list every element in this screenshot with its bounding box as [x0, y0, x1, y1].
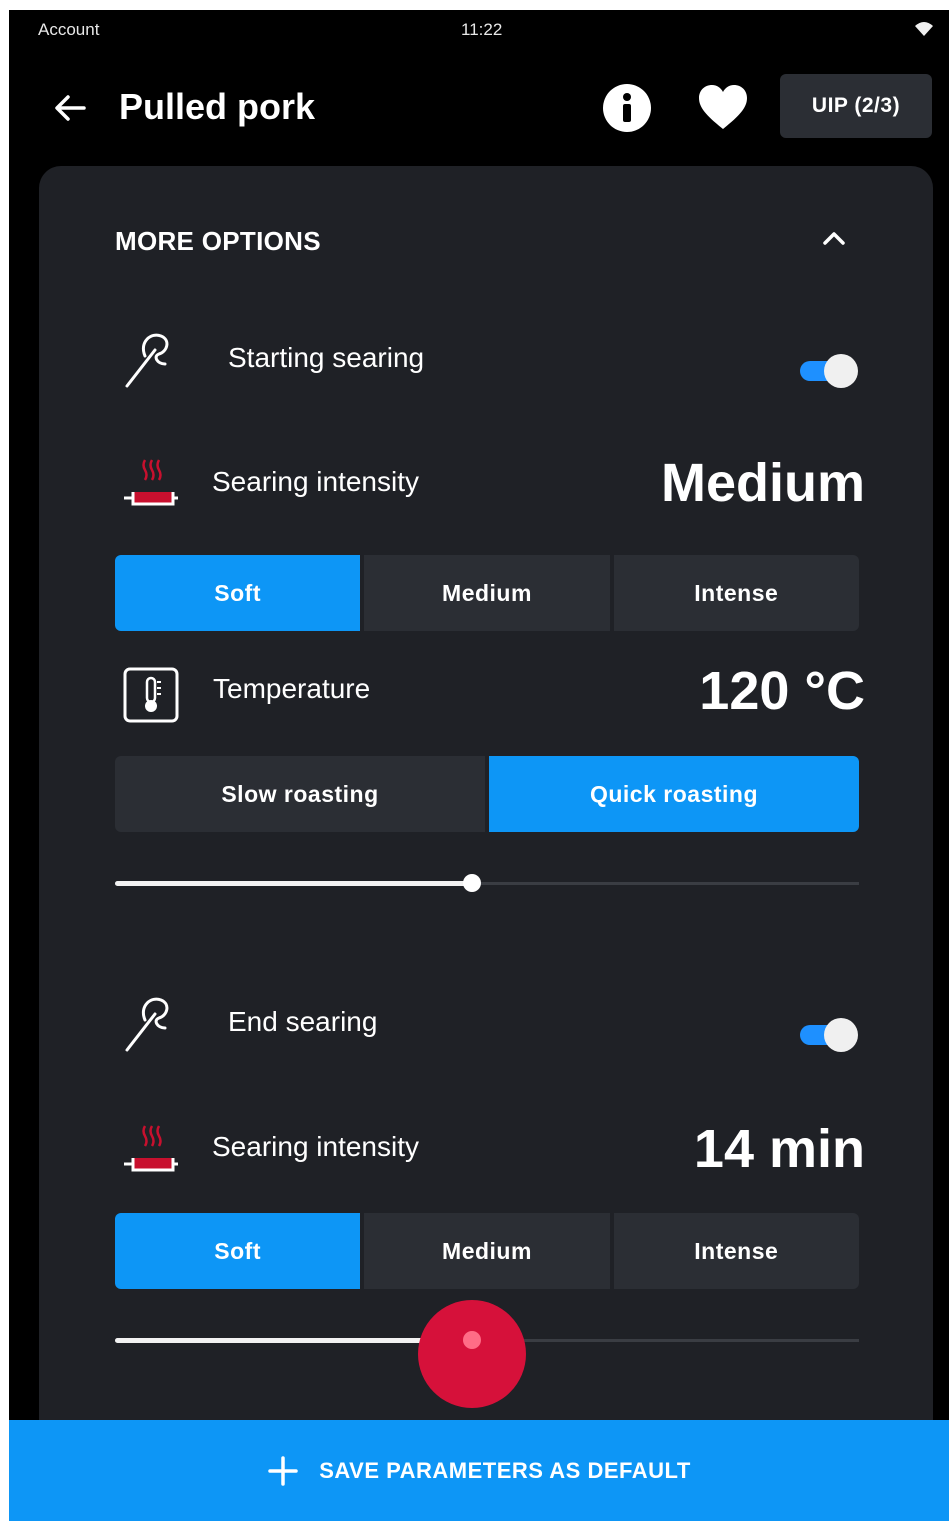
end-searing-intensity-selector: Soft Medium Intense	[115, 1213, 859, 1289]
searing-intensity-selector: Soft Medium Intense	[115, 555, 859, 631]
slider-fill	[115, 881, 473, 886]
roasting-option-slow[interactable]: Slow roasting	[115, 756, 485, 832]
intensity-option-medium[interactable]: Medium	[364, 555, 610, 631]
save-defaults-label: SAVE PARAMETERS AS DEFAULT	[319, 1457, 691, 1483]
temperature-slider[interactable]	[115, 868, 859, 898]
arrow-left-icon[interactable]	[50, 88, 90, 128]
starting-searing-label: Starting searing	[228, 342, 425, 373]
toggle-knob	[824, 354, 858, 388]
end-intensity-option-soft[interactable]: Soft	[115, 1213, 361, 1289]
searing-intensity-value: Medium	[660, 453, 865, 513]
roasting-option-quick[interactable]: Quick roasting	[489, 756, 859, 832]
uip-button[interactable]: UIP (2/3)	[780, 74, 932, 138]
temperature-label: Temperature	[213, 673, 371, 704]
status-bar: Account 11:22	[9, 10, 949, 50]
page-title: Pulled pork	[119, 86, 316, 127]
end-searing-toggle[interactable]	[800, 1018, 860, 1052]
roasting-mode-selector: Slow roasting Quick roasting	[115, 756, 859, 832]
end-searing-label: End searing	[228, 1006, 378, 1037]
status-account: Account	[38, 20, 100, 39]
intensity-option-intense[interactable]: Intense	[613, 555, 859, 631]
save-defaults-button[interactable]: SAVE PARAMETERS AS DEFAULT	[9, 1420, 949, 1521]
end-searing-slider[interactable]	[115, 1300, 859, 1408]
starting-searing-toggle[interactable]	[800, 354, 860, 388]
plus-icon	[268, 1455, 298, 1486]
app-screen: Account 11:22 Pulled pork UIP (2/3) MORE…	[9, 10, 949, 1521]
end-searing-intensity-label: Searing intensity	[212, 1131, 420, 1162]
pan-heat-icon	[124, 459, 178, 506]
end-searing-duration-value: 14 min	[693, 1119, 865, 1179]
heart-icon[interactable]	[697, 83, 749, 133]
info-icon[interactable]	[602, 83, 652, 133]
section-title: MORE OPTIONS	[115, 226, 321, 256]
temperature-value: 120 °C	[699, 661, 865, 721]
intensity-option-soft[interactable]: Soft	[115, 555, 361, 631]
wifi-icon	[915, 22, 933, 36]
end-intensity-option-intense[interactable]: Intense	[613, 1213, 859, 1289]
searing-intensity-label: Searing intensity	[212, 466, 420, 497]
searing-probe-icon	[125, 997, 169, 1052]
status-time: 11:22	[461, 20, 503, 39]
more-options-card: MORE OPTIONS Starting searing Searing in…	[39, 166, 933, 1521]
slider-thumb[interactable]	[463, 1331, 482, 1349]
end-intensity-option-medium[interactable]: Medium	[364, 1213, 610, 1289]
app-bar: Pulled pork UIP (2/3)	[9, 50, 949, 162]
thermometer-icon	[123, 667, 179, 723]
slider-thumb[interactable]	[463, 874, 482, 892]
chevron-up-icon[interactable]	[819, 224, 849, 254]
touch-indicator	[418, 1300, 527, 1408]
toggle-knob	[824, 1018, 858, 1052]
searing-probe-icon	[125, 333, 169, 388]
pan-heat-icon	[124, 1125, 178, 1172]
